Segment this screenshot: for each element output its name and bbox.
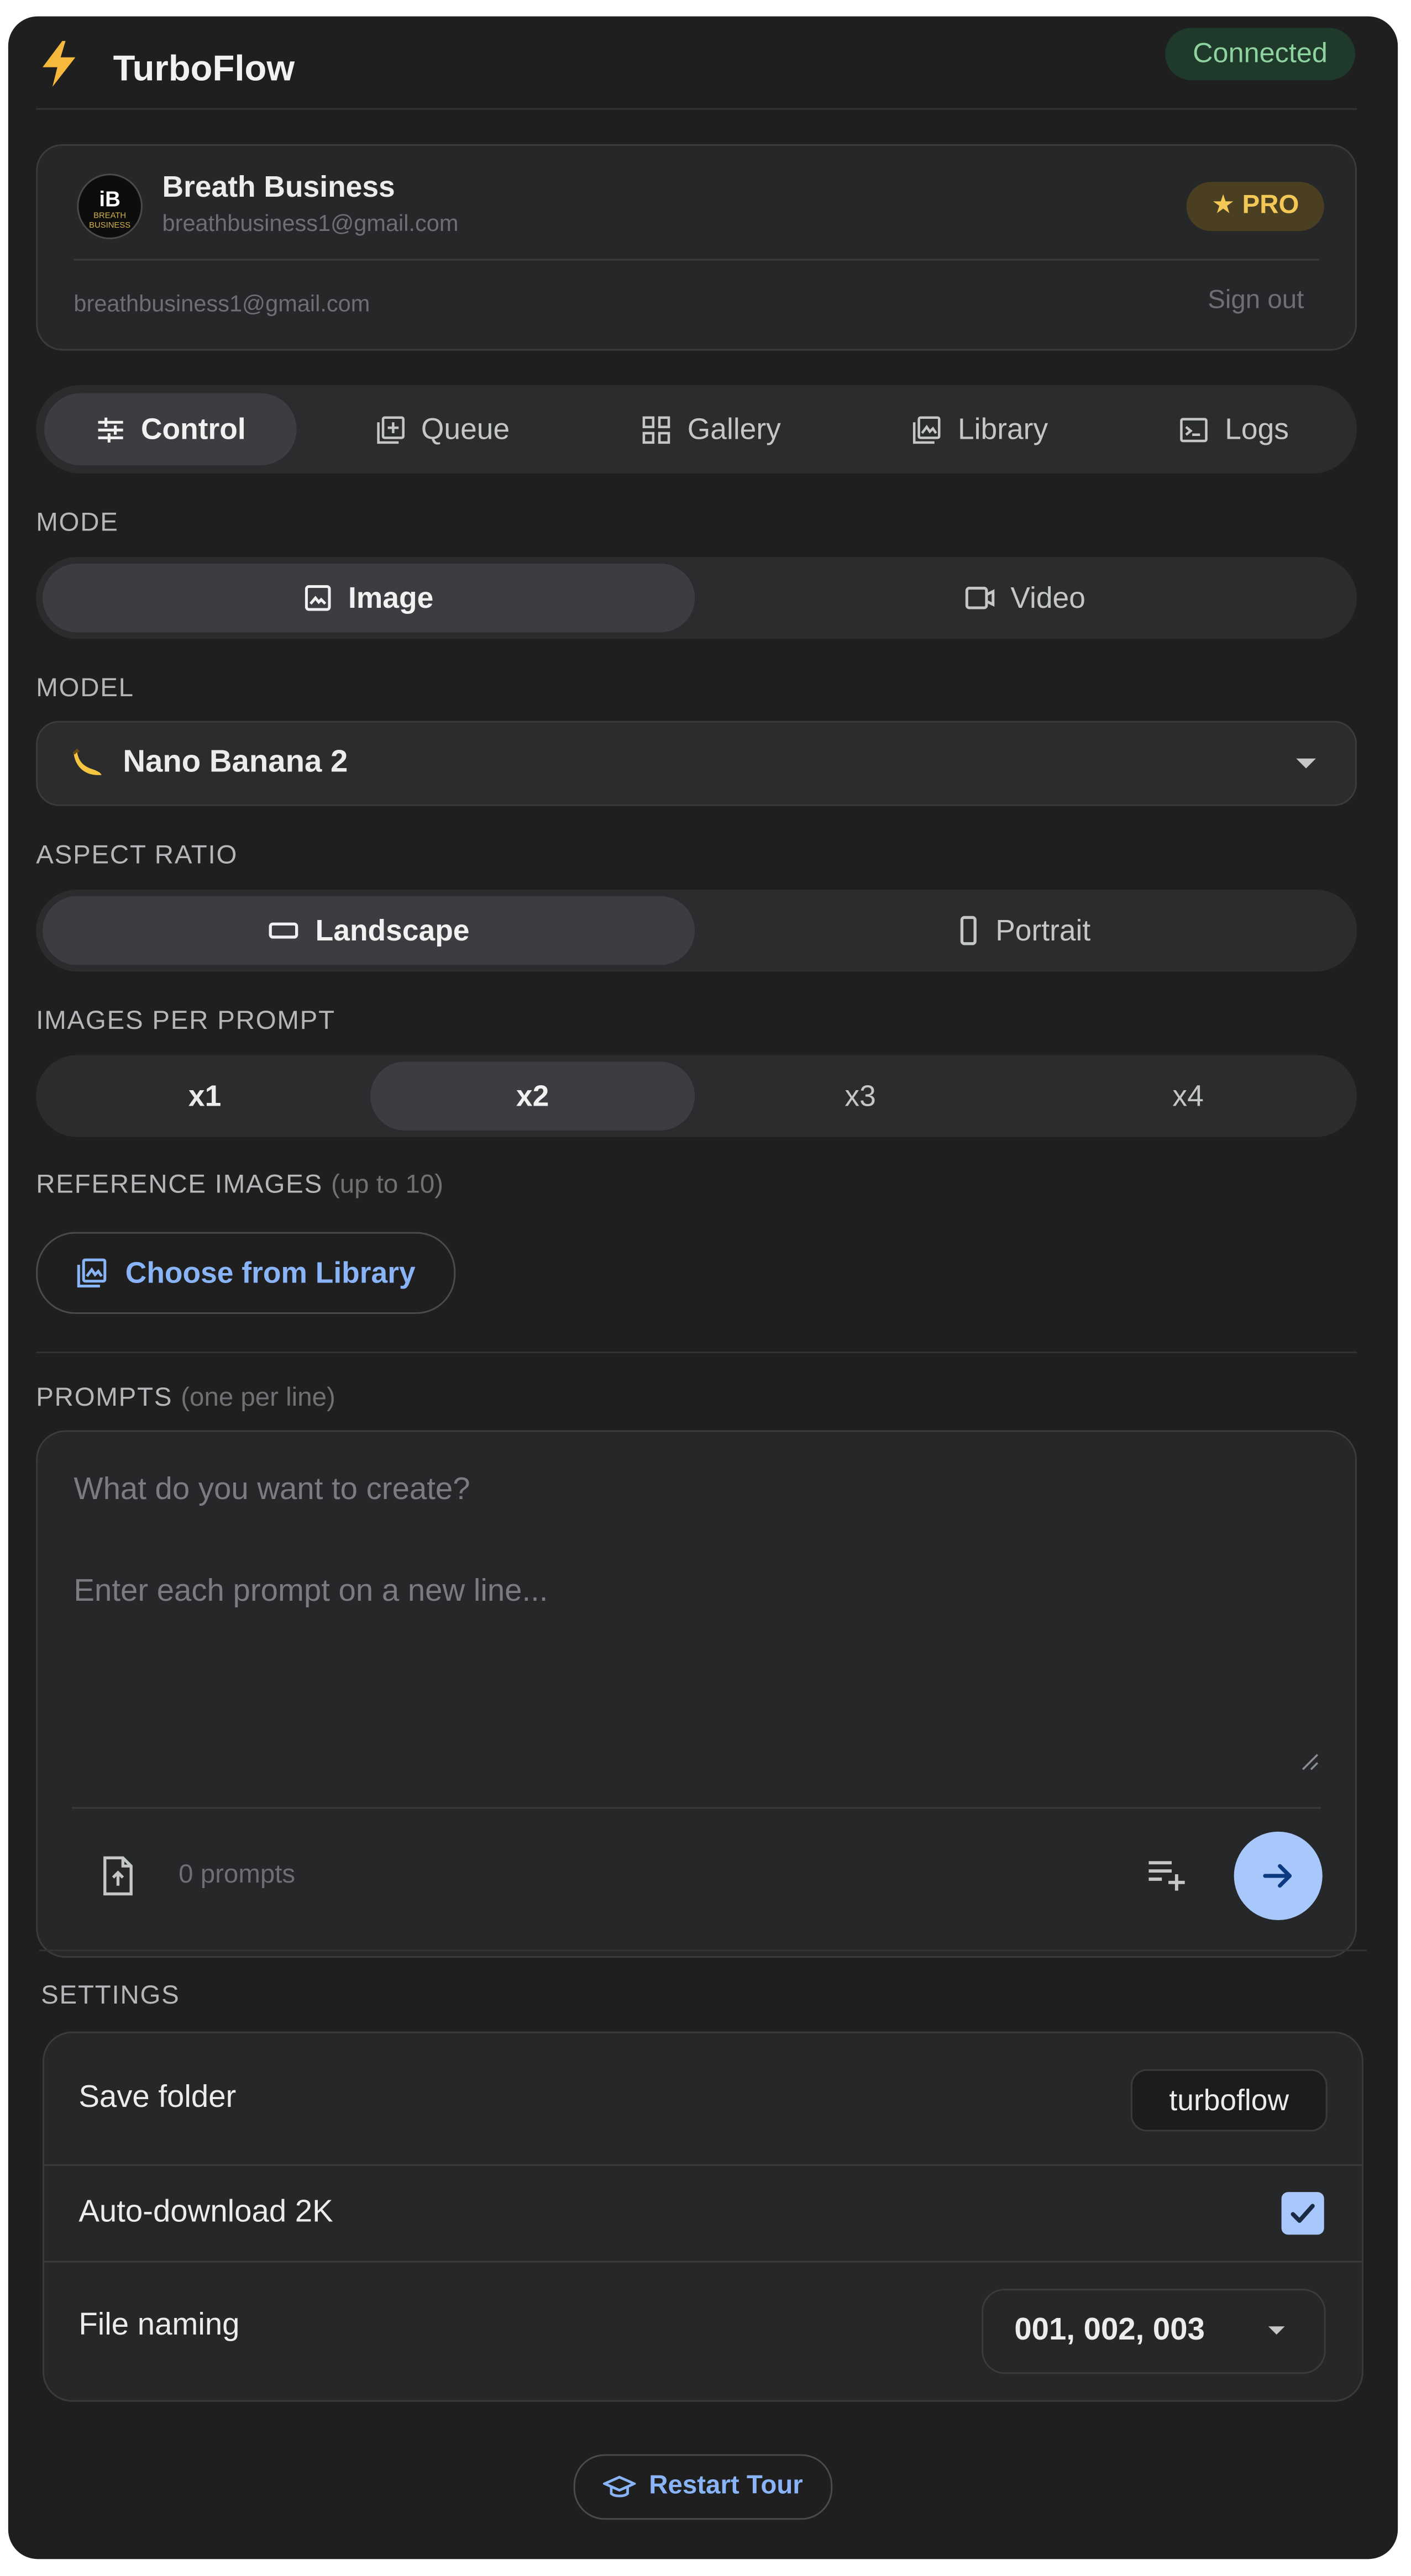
- app-title: TurboFlow: [113, 47, 295, 89]
- sign-out-link[interactable]: Sign out: [1208, 287, 1304, 316]
- terminal-icon: [1181, 417, 1209, 441]
- save-folder-label: Save folder: [78, 2080, 237, 2115]
- tab-gallery-label: Gallery: [687, 412, 781, 445]
- checkmark-icon: [1291, 2204, 1315, 2223]
- prompt-box: 0 prompts: [36, 1430, 1357, 1958]
- aspect-portrait-label: Portrait: [995, 913, 1091, 947]
- file-naming-label: File naming: [78, 2308, 240, 2343]
- resize-grip-icon[interactable]: [1299, 1752, 1319, 1771]
- queue-add-icon: [377, 416, 405, 443]
- reference-images-title: REFERENCE IMAGES: [36, 1171, 323, 1200]
- aspect-portrait-option[interactable]: Portrait: [698, 896, 1350, 965]
- reference-images-hint: (up to 10): [331, 1171, 444, 1200]
- chevron-down-icon: [1268, 2326, 1285, 2335]
- tab-gallery[interactable]: Gallery: [593, 393, 829, 465]
- header-divider: [36, 108, 1357, 110]
- account-footer-email: breathbusiness1@gmail.com: [74, 290, 370, 317]
- tab-control[interactable]: Control: [44, 393, 297, 466]
- portrait-icon: [961, 916, 978, 945]
- mode-video-option[interactable]: Video: [698, 564, 1350, 633]
- aspect-ratio-label: ASPECT RATIO: [36, 842, 238, 870]
- account-card: iB BREATH BUSINESS Breath Business breat…: [36, 144, 1357, 351]
- mode-label: MODE: [36, 509, 119, 538]
- playlist-add-icon[interactable]: [1146, 1856, 1188, 1892]
- images-x2-option[interactable]: x2: [370, 1061, 695, 1131]
- tab-queue[interactable]: Queue: [328, 393, 557, 465]
- save-folder-row: Save folder turboflow: [44, 2033, 1362, 2164]
- sliders-icon: [98, 417, 123, 442]
- turboflow-panel: TurboFlow Connected iB BREATH BUSINESS B…: [8, 16, 1398, 2559]
- save-folder-field[interactable]: turboflow: [1130, 2069, 1328, 2132]
- restart-tour-button[interactable]: Restart Tour: [573, 2454, 833, 2520]
- choose-from-library-button[interactable]: Choose from Library: [36, 1232, 456, 1314]
- arrow-right-icon: [1263, 1864, 1292, 1888]
- upload-file-icon[interactable]: [100, 1854, 136, 1897]
- account-divider: [74, 259, 1319, 261]
- photo-library-icon: [78, 1258, 107, 1288]
- images-x1-option[interactable]: x1: [43, 1061, 367, 1131]
- settings-card: Save folder turboflow Auto-download 2K F…: [43, 2031, 1363, 2402]
- account-name: Breath Business: [162, 170, 395, 203]
- tab-control-label: Control: [140, 412, 246, 445]
- pro-badge: ★ PRO: [1186, 182, 1324, 232]
- prompt-footer-divider: [72, 1807, 1321, 1809]
- auto-download-label: Auto-download 2K: [78, 2195, 333, 2230]
- restart-tour-label: Restart Tour: [649, 2472, 803, 2500]
- tab-queue-label: Queue: [421, 412, 510, 445]
- mode-image-label: Image: [348, 581, 434, 614]
- file-naming-select[interactable]: 001, 002, 003: [982, 2289, 1326, 2374]
- banana-icon: [72, 748, 102, 775]
- prompts-label: PROMPTS (one per line): [36, 1384, 335, 1413]
- settings-label: SETTINGS: [41, 1982, 180, 2011]
- auto-download-checkbox[interactable]: [1281, 2192, 1324, 2235]
- lightning-bolt-icon: [43, 41, 76, 87]
- avatar-initials: iB: [99, 187, 120, 212]
- prompts-title: PROMPTS: [36, 1384, 173, 1412]
- images-x4-option[interactable]: x4: [1026, 1061, 1350, 1131]
- file-naming-row: File naming 001, 002, 003: [44, 2263, 1362, 2400]
- reference-images-label: REFERENCE IMAGES (up to 10): [36, 1171, 443, 1201]
- submit-prompts-button[interactable]: [1234, 1831, 1323, 1920]
- chevron-down-icon: [1296, 758, 1316, 769]
- images-per-prompt-selector: x1 x2 x3 x4: [36, 1055, 1357, 1137]
- choose-from-library-label: Choose from Library: [125, 1255, 416, 1289]
- tab-library[interactable]: Library: [866, 393, 1095, 465]
- images-per-prompt-label: IMAGES PER PROMPT: [36, 1007, 335, 1035]
- tab-library-label: Library: [957, 412, 1048, 445]
- prompt-count: 0 prompts: [179, 1861, 296, 1889]
- images-x3-option[interactable]: x3: [698, 1061, 1022, 1131]
- auto-download-row: Auto-download 2K: [44, 2166, 1362, 2261]
- section-divider: [36, 1352, 1357, 1354]
- model-label: MODEL: [36, 675, 134, 703]
- model-selected-value: Nano Banana 2: [123, 745, 348, 780]
- landscape-icon: [269, 922, 299, 939]
- video-camera-icon: [964, 586, 994, 609]
- prompts-textarea[interactable]: [70, 1461, 1323, 1779]
- connection-status-badge: Connected: [1165, 28, 1356, 81]
- main-tabs: Control Queue Gallery Library Logs: [36, 385, 1357, 474]
- photo-library-icon: [914, 416, 941, 443]
- avatar-subtext: BREATH BUSINESS: [89, 211, 131, 232]
- model-select[interactable]: Nano Banana 2: [36, 721, 1357, 806]
- graduation-cap-icon: [603, 2475, 636, 2498]
- grid-icon: [643, 416, 671, 443]
- prompts-hint: (one per line): [181, 1384, 335, 1412]
- aspect-ratio-selector: Landscape Portrait: [36, 889, 1357, 972]
- tab-logs-label: Logs: [1225, 412, 1289, 445]
- aspect-landscape-label: Landscape: [315, 913, 470, 947]
- settings-divider: [39, 1949, 1367, 1952]
- avatar: iB BREATH BUSINESS: [77, 174, 143, 239]
- account-email: breathbusiness1@gmail.com: [162, 209, 459, 236]
- image-icon: [306, 585, 332, 611]
- tab-logs[interactable]: Logs: [1127, 393, 1340, 465]
- aspect-landscape-option[interactable]: Landscape: [43, 896, 695, 965]
- file-naming-value: 001, 002, 003: [1014, 2313, 1205, 2348]
- mode-image-option[interactable]: Image: [43, 563, 695, 633]
- mode-video-label: Video: [1010, 581, 1085, 614]
- mode-selector: Image Video: [36, 557, 1357, 639]
